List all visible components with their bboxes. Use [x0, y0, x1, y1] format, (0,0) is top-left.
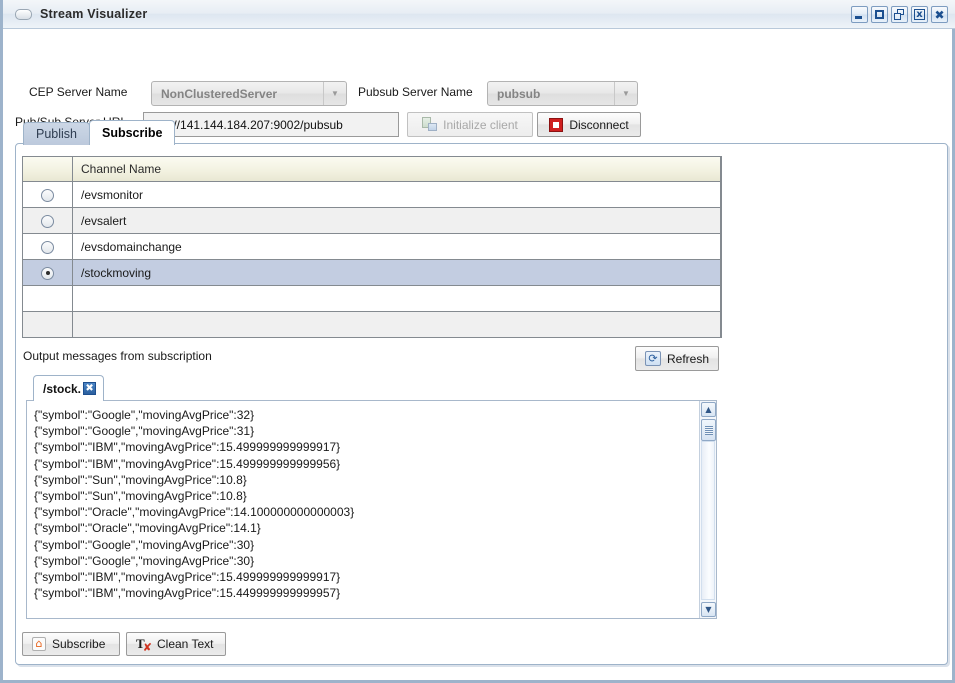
- pubsub-server-label: Pubsub Server Name: [358, 85, 473, 99]
- table-cell-channel-name: /evsalert: [72, 207, 721, 234]
- close-icon: ✖: [934, 7, 945, 22]
- stop-icon: [549, 117, 564, 132]
- table-row[interactable]: /evsmonitor: [23, 181, 721, 208]
- initialize-client-icon: [422, 117, 438, 132]
- channel-table: Channel Name /evsmonitor /evsalert /evsd…: [22, 156, 722, 338]
- clean-text-button[interactable]: T ✘ Clean Text: [126, 632, 226, 656]
- table-cell-channel-name: /evsmonitor: [72, 181, 721, 208]
- table-row[interactable]: [23, 311, 721, 337]
- close-box-button[interactable]: x: [911, 6, 928, 23]
- output-textarea-wrapper: {"symbol":"Google","movingAvgPrice":32} …: [26, 400, 717, 619]
- radio-button[interactable]: [41, 240, 54, 254]
- clean-text-label: Clean Text: [157, 637, 214, 651]
- output-tab-stock[interactable]: /stock. ✖: [33, 375, 105, 401]
- table-cell-channel-name: /stockmoving: [72, 259, 721, 286]
- close-button[interactable]: ✖: [931, 6, 948, 23]
- connection-form: CEP Server Name NonClusteredServer ▼ Pub…: [3, 29, 952, 137]
- table-header-row: Channel Name: [23, 157, 721, 182]
- disconnect-label: Disconnect: [569, 117, 629, 132]
- cep-server-value: NonClusteredServer: [161, 86, 278, 101]
- output-scrollbar[interactable]: ▲ ▼: [699, 401, 716, 618]
- scroll-up-icon[interactable]: ▲: [701, 402, 716, 417]
- chevron-down-icon: ▼: [323, 82, 346, 105]
- subscribe-button[interactable]: ⌂ Subscribe: [22, 632, 120, 656]
- table-row[interactable]: [23, 285, 721, 312]
- table-row-selected[interactable]: /stockmoving: [23, 259, 721, 286]
- title-bar: Stream Visualizer x ✖: [3, 0, 955, 29]
- output-messages-label: Output messages from subscription: [23, 349, 212, 363]
- app-logo-icon: [15, 8, 32, 20]
- table-row[interactable]: /evsalert: [23, 207, 721, 234]
- table-cell-radio[interactable]: [23, 207, 73, 234]
- table-header-channel-name: Channel Name: [72, 157, 721, 182]
- application-window: Stream Visualizer x ✖ CEP Server Name No…: [0, 0, 955, 683]
- radio-button[interactable]: [41, 188, 54, 202]
- close-box-icon: x: [914, 9, 925, 20]
- tab-publish[interactable]: Publish: [23, 122, 90, 145]
- window-controls: x ✖: [851, 6, 948, 23]
- tab-subscribe-label: Subscribe: [102, 126, 163, 140]
- table-cell-channel-name: [72, 285, 721, 312]
- output-tab-label: /stock.: [43, 381, 82, 396]
- disconnect-button[interactable]: Disconnect: [537, 112, 641, 137]
- table-cell-channel-name: [72, 311, 721, 337]
- remove-x-icon: ✘: [142, 641, 152, 654]
- rss-icon: ⌂: [32, 637, 46, 651]
- restore-button[interactable]: [891, 6, 908, 23]
- output-tab-close-icon[interactable]: ✖: [83, 382, 97, 395]
- radio-button[interactable]: [41, 214, 54, 228]
- table-cell-channel-name: /evsdomainchange: [72, 233, 721, 260]
- window-title: Stream Visualizer: [40, 7, 148, 21]
- initialize-client-label: Initialize client: [443, 117, 518, 132]
- main-tabstrip: Publish Subscribe: [23, 119, 176, 145]
- table-cell-radio[interactable]: [23, 259, 73, 286]
- table-header-radio: [23, 157, 73, 182]
- scroll-down-icon[interactable]: ▼: [701, 602, 716, 617]
- cep-server-select[interactable]: NonClusteredServer ▼: [151, 81, 347, 106]
- cep-server-label: CEP Server Name: [29, 85, 128, 99]
- table-cell-radio[interactable]: [23, 233, 73, 260]
- clean-text-icon: T ✘: [136, 636, 152, 654]
- refresh-button[interactable]: ⟳ Refresh: [635, 346, 719, 371]
- subscribe-label: Subscribe: [52, 637, 106, 651]
- output-textarea[interactable]: {"symbol":"Google","movingAvgPrice":32} …: [27, 401, 699, 618]
- output-tabstrip: /stock. ✖: [33, 375, 105, 401]
- refresh-label: Refresh: [666, 351, 710, 366]
- pubsub-server-select[interactable]: pubsub ▼: [487, 81, 638, 106]
- tab-subscribe[interactable]: Subscribe: [89, 120, 176, 145]
- pubsub-server-value: pubsub: [497, 86, 541, 101]
- minimize-button[interactable]: [851, 6, 868, 23]
- refresh-icon: ⟳: [644, 351, 661, 366]
- table-row[interactable]: /evsdomainchange: [23, 233, 721, 260]
- radio-button-selected[interactable]: [41, 266, 54, 280]
- scrollbar-track[interactable]: [701, 441, 715, 600]
- table-cell-radio: [23, 311, 73, 337]
- scrollbar-grip-icon: [704, 425, 713, 435]
- table-cell-radio: [23, 285, 73, 312]
- maximize-button[interactable]: [871, 6, 888, 23]
- scrollbar-thumb[interactable]: [701, 419, 716, 441]
- initialize-client-button[interactable]: Initialize client: [407, 112, 533, 137]
- pubsub-url-input[interactable]: http://141.144.184.207:9002/pubsub: [143, 112, 399, 137]
- chevron-down-icon: ▼: [614, 82, 637, 105]
- tab-publish-label: Publish: [36, 127, 77, 141]
- table-cell-radio[interactable]: [23, 181, 73, 208]
